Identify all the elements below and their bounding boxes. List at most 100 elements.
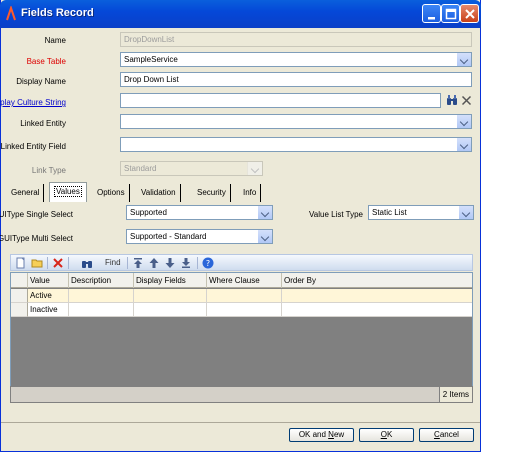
toolbar-separator: [127, 257, 128, 269]
table-row[interactable]: Active: [11, 289, 472, 303]
tab-info[interactable]: Info: [239, 184, 262, 202]
maximize-button[interactable]: [441, 4, 460, 23]
help-icon[interactable]: ?: [202, 257, 214, 269]
minimize-icon: [428, 17, 435, 20]
linked-entity-field-label: Linked Entity Field: [0, 142, 66, 151]
tab-validation[interactable]: Validation: [137, 184, 181, 202]
chevron-down-icon[interactable]: [247, 162, 262, 175]
values-grid[interactable]: Value Description Display Fields Where C…: [10, 272, 473, 387]
tab-security[interactable]: Security: [193, 184, 231, 202]
table-row[interactable]: Inactive: [11, 303, 472, 317]
column-header-order-by[interactable]: Order By: [282, 273, 472, 288]
item-count: 2 Items: [438, 387, 472, 402]
svg-text:?: ?: [206, 259, 210, 268]
column-header-where-clause[interactable]: Where Clause: [207, 273, 282, 288]
fields-record-window: Fields Record Name DropDownList Base Tab…: [0, 0, 481, 452]
table-cell[interactable]: [207, 289, 282, 303]
tab-general-label: General: [11, 188, 40, 197]
base-table-select[interactable]: SampleService: [120, 52, 472, 67]
ok-and-new-button[interactable]: OK and New: [289, 428, 354, 442]
value-list-type-label: Value List Type: [309, 210, 363, 219]
table-cell[interactable]: [134, 303, 207, 317]
chevron-down-icon[interactable]: [456, 115, 471, 128]
column-header-label: Value: [30, 276, 50, 285]
name-field[interactable]: DropDownList: [120, 32, 472, 47]
tab-security-label: Security: [197, 188, 226, 197]
find-button[interactable]: Find: [105, 258, 121, 267]
new-record-icon[interactable]: [15, 257, 27, 269]
tab-values[interactable]: Values: [49, 182, 87, 203]
linked-entity-field-select[interactable]: [120, 137, 472, 152]
link-type-select[interactable]: Standard: [120, 161, 263, 176]
tab-options-label: Options: [97, 188, 125, 197]
table-cell[interactable]: Active: [28, 289, 69, 303]
column-header-value[interactable]: Value: [28, 273, 69, 288]
grid-toolbar: Find ?: [10, 254, 473, 271]
table-cell[interactable]: [134, 289, 207, 303]
grid-header: Value Description Display Fields Where C…: [11, 273, 472, 288]
multi-select-value: Supported - Standard: [130, 232, 207, 241]
table-cell[interactable]: [69, 289, 134, 303]
binoculars-icon[interactable]: [81, 257, 93, 269]
table-cell[interactable]: [282, 289, 472, 303]
display-name-label: Display Name: [16, 77, 66, 86]
link-type-label: Link Type: [31, 166, 66, 175]
table-cell[interactable]: [282, 303, 472, 317]
chevron-down-icon[interactable]: [257, 206, 272, 219]
title-bar[interactable]: Fields Record: [0, 0, 481, 28]
delete-icon[interactable]: [52, 257, 64, 269]
button-label: K: [386, 430, 393, 439]
column-header-label: Description: [71, 276, 112, 285]
binoculars-icon[interactable]: [446, 95, 458, 106]
column-header-display-fields[interactable]: Display Fields: [134, 273, 207, 288]
display-culture-field[interactable]: [120, 93, 441, 108]
value-list-type-dropdown[interactable]: Static List: [368, 205, 474, 220]
move-top-icon[interactable]: [132, 257, 144, 269]
chevron-down-icon[interactable]: [456, 138, 471, 151]
open-folder-icon[interactable]: [31, 257, 43, 269]
tab-info-label: Info: [243, 188, 257, 197]
move-up-icon[interactable]: [148, 257, 160, 269]
multi-select-label: GUIType Multi Select: [0, 234, 73, 243]
maximize-icon: [445, 8, 457, 20]
column-header-label: Where Clause: [209, 276, 260, 285]
column-header-label: Order By: [284, 276, 317, 285]
table-cell[interactable]: [69, 303, 134, 317]
display-culture-link[interactable]: Display Culture String: [0, 98, 66, 107]
single-select-dropdown[interactable]: Supported: [126, 205, 273, 220]
column-header-label: Display Fields: [136, 276, 186, 285]
tab-validation-label: Validation: [141, 188, 176, 197]
display-name-field[interactable]: Drop Down List: [120, 72, 472, 87]
row-header[interactable]: [11, 303, 28, 317]
grid-status-bar: 2 Items: [10, 386, 473, 403]
multi-select-dropdown[interactable]: Supported - Standard: [126, 229, 273, 244]
minimize-button[interactable]: [422, 4, 441, 23]
clear-x-icon[interactable]: [461, 95, 472, 106]
tab-options[interactable]: Options: [93, 184, 130, 202]
close-button[interactable]: [460, 4, 479, 23]
move-bottom-icon[interactable]: [180, 257, 192, 269]
table-cell[interactable]: Inactive: [28, 303, 69, 317]
window-title: Fields Record: [21, 7, 94, 19]
row-header-corner: [11, 273, 28, 288]
move-down-icon[interactable]: [164, 257, 176, 269]
button-label: OK and: [298, 430, 329, 439]
name-value: DropDownList: [124, 35, 175, 44]
app-logo-icon: [6, 6, 16, 21]
footer-divider: [1, 422, 480, 423]
linked-entity-select[interactable]: [120, 114, 472, 129]
row-header[interactable]: [11, 289, 28, 303]
name-label: Name: [44, 36, 66, 45]
chevron-down-icon[interactable]: [456, 53, 471, 66]
single-select-value: Supported: [130, 208, 167, 217]
toolbar-separator: [47, 257, 48, 269]
chevron-down-icon[interactable]: [257, 230, 272, 243]
ok-button[interactable]: OK: [359, 428, 414, 442]
tab-general[interactable]: General: [7, 184, 45, 202]
cancel-button[interactable]: Cancel: [419, 428, 474, 442]
chevron-down-icon[interactable]: [458, 206, 473, 219]
table-cell[interactable]: [207, 303, 282, 317]
column-header-description[interactable]: Description: [69, 273, 134, 288]
button-label: ancel: [439, 430, 459, 439]
display-name-value: Drop Down List: [124, 75, 179, 84]
